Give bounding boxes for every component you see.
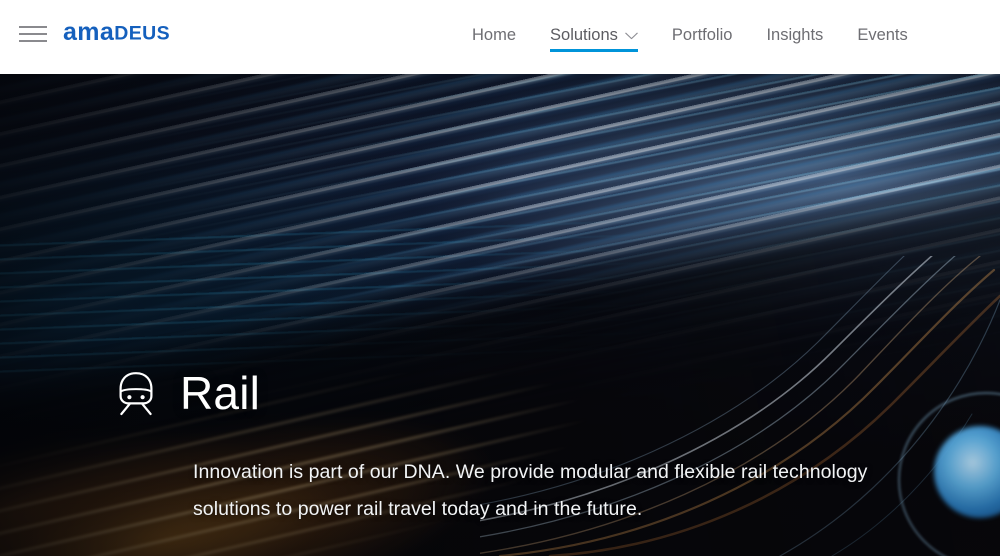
hero-title-row: Rail — [114, 370, 260, 416]
page-root: amaDEUS Home Solutions Portfolio Insight… — [0, 0, 1000, 556]
nav-item-events[interactable]: Events — [840, 0, 924, 74]
hamburger-bar-2 — [19, 33, 47, 35]
hamburger-bar-3 — [19, 40, 47, 42]
main-navigation: Home Solutions Portfolio Insights Events — [455, 0, 925, 74]
hero-description: Innovation is part of our DNA. We provid… — [193, 461, 868, 520]
nav-item-home[interactable]: Home — [455, 0, 533, 74]
hero-content: Rail Innovation is part of our DNA. We p… — [0, 74, 1000, 556]
brand-logo[interactable]: amaDEUS — [63, 20, 170, 45]
hamburger-bar-1 — [19, 26, 47, 28]
nav-item-label: Events — [857, 25, 908, 44]
brand-logo-part1: ama — [63, 18, 115, 46]
page-title: Rail — [180, 367, 261, 419]
nav-item-label: Portfolio — [671, 25, 733, 44]
nav-item-portfolio[interactable]: Portfolio — [655, 0, 750, 74]
nav-item-solutions[interactable]: Solutions — [533, 0, 655, 74]
chevron-down-icon — [625, 32, 638, 40]
nav-item-label: Insights — [766, 25, 824, 44]
hamburger-menu-icon[interactable] — [19, 23, 47, 45]
nav-item-insights[interactable]: Insights — [749, 0, 840, 74]
brand-logo-part2: DEUS — [114, 22, 171, 45]
hero-banner: Rail Innovation is part of our DNA. We p… — [0, 74, 1000, 556]
site-header: amaDEUS Home Solutions Portfolio Insight… — [0, 0, 1000, 74]
nav-item-label: Home — [472, 25, 517, 44]
nav-active-underline — [550, 49, 638, 52]
nav-item-label: Solutions — [550, 25, 618, 44]
train-front-icon — [114, 370, 158, 416]
